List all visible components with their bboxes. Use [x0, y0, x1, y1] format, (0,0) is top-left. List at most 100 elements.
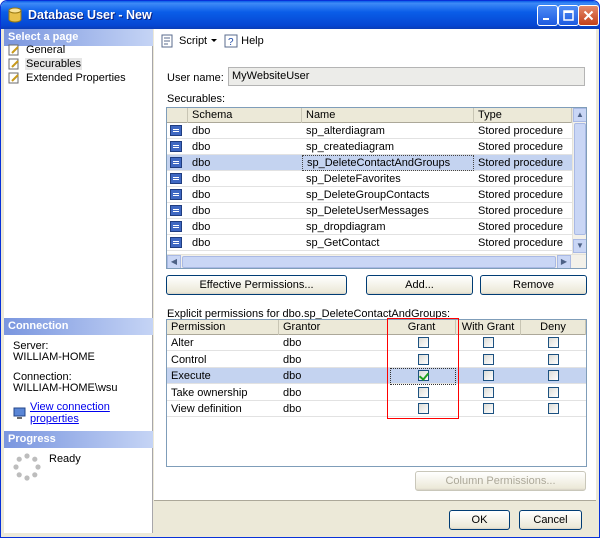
securable-row[interactable]: dbo sp_alterdiagram Stored procedure [167, 123, 572, 139]
bottom-separator [154, 500, 596, 501]
progress-status-text: Ready [49, 453, 81, 465]
deny-checkbox[interactable] [548, 337, 559, 348]
securable-name-cell: sp_DeleteFavorites [306, 173, 401, 185]
column-permissions-button[interactable]: Column Permissions... [415, 471, 586, 491]
securable-row[interactable]: dbo sp_GetContact Stored procedure [167, 235, 572, 251]
grantor-cell: dbo [283, 386, 302, 399]
securables-vertical-scrollbar[interactable]: ▲ ▼ [572, 108, 586, 254]
help-button[interactable]: ? Help [224, 34, 264, 48]
securable-row[interactable]: dbo sp_dropdiagram Stored procedure [167, 219, 572, 235]
page-item-extended-properties[interactable]: Extended Properties [8, 71, 127, 85]
script-button[interactable]: Script [160, 34, 218, 48]
progress-header: Progress [4, 431, 153, 448]
deny-checkbox[interactable] [548, 403, 559, 414]
securable-schema-cell: dbo [192, 205, 211, 217]
close-icon [583, 10, 594, 21]
maximize-button[interactable] [558, 5, 579, 26]
securable-row[interactable]: dbo sp_DeleteGroupContacts Stored procedur… [167, 187, 572, 203]
securable-row[interactable]: dbo sp_DeleteContactAndGroups Stored proce… [167, 155, 572, 171]
right-pane: Script ? Help User name: MyWebsiteUser S… [154, 29, 596, 500]
permission-row[interactable]: View definition dbo [167, 401, 586, 417]
permission-row[interactable]: Take ownership dbo [167, 385, 586, 401]
vertical-scroll-thumb[interactable] [574, 123, 586, 235]
view-connection-properties-label: View connection properties [29, 401, 110, 425]
left-pane: Select a page General Securables Extende… [4, 29, 153, 533]
scroll-up-arrow-icon[interactable]: ▲ [573, 108, 586, 122]
permission-row[interactable]: Alter dbo [167, 335, 586, 351]
securable-schema-cell: dbo [192, 189, 211, 201]
page-item-securables[interactable]: Securables [8, 57, 83, 71]
grantor-cell: dbo [283, 353, 302, 366]
securable-name-cell: sp_DeleteUserMessages [306, 205, 429, 217]
permission-column-header[interactable]: Permission [167, 320, 279, 335]
securable-type-cell: Stored procedure [478, 221, 563, 233]
stored-procedure-icon [170, 157, 182, 168]
minimize-icon [543, 18, 549, 20]
page-item-general[interactable]: General [8, 43, 66, 57]
name-column-header[interactable]: Name [302, 108, 474, 123]
effective-permissions-button[interactable]: Effective Permissions... [166, 275, 347, 295]
database-user-dialog: Database User - New Select a page Genera… [0, 0, 600, 538]
scroll-right-arrow-icon[interactable]: ▶ [557, 255, 571, 268]
user-name-field[interactable]: MyWebsiteUser [228, 67, 585, 86]
scroll-left-arrow-icon[interactable]: ◀ [167, 255, 181, 268]
page-label: General [26, 44, 66, 56]
securable-type-cell: Stored procedure [478, 237, 563, 249]
title-bar[interactable]: Database User - New [1, 1, 599, 29]
grantor-cell: dbo [283, 403, 302, 415]
securable-name-cell: sp_creatediagram [306, 141, 395, 153]
securables-horizontal-scrollbar[interactable]: ◀ ▶ [167, 254, 586, 268]
close-button[interactable] [578, 5, 599, 26]
chevron-down-icon[interactable] [210, 38, 218, 44]
user-name-label: User name: [167, 72, 224, 84]
minimize-button[interactable] [537, 5, 558, 26]
remove-button[interactable]: Remove [480, 275, 587, 295]
view-connection-properties-link[interactable]: View connection properties [13, 401, 152, 425]
securable-name-cell: sp_dropdiagram [306, 221, 386, 233]
ok-button[interactable]: OK [449, 510, 510, 530]
securable-row[interactable]: dbo sp_DeleteUserMessages Stored procedure [167, 203, 572, 219]
securable-schema-cell: dbo [192, 221, 211, 233]
stored-procedure-icon [170, 189, 182, 200]
permission-name-cell: Control [171, 353, 207, 366]
connection-value: WILLIAM-HOME\wsu [13, 382, 118, 394]
securable-row[interactable]: dbo sp_DeleteFavorites Stored procedure [167, 171, 572, 187]
deny-checkbox[interactable] [548, 353, 559, 365]
server-value: WILLIAM-HOME [13, 351, 95, 363]
permissions-grid-header: Permission Grantor Grant With Grant Deny [167, 320, 586, 335]
securable-row[interactable]: dbo sp_creatediagram Stored procedure [167, 139, 572, 155]
script-icon [161, 34, 173, 48]
with-grant-checkbox[interactable] [483, 403, 494, 414]
window-title: Database User - New [28, 8, 152, 22]
permissions-grid[interactable]: Permission Grantor Grant With Grant Deny… [166, 319, 587, 467]
permission-row[interactable]: Control dbo [167, 352, 586, 368]
deny-checkbox[interactable] [548, 386, 559, 398]
with-grant-checkbox[interactable] [483, 353, 494, 365]
securable-type-cell: Stored procedure [478, 189, 563, 201]
type-column-header[interactable]: Type [474, 108, 572, 123]
with-grant-checkbox[interactable] [483, 370, 494, 381]
securable-name-cell: sp_alterdiagram [306, 125, 385, 137]
add-button[interactable]: Add... [366, 275, 473, 295]
securables-label: Securables: [167, 93, 226, 105]
with-grant-checkbox[interactable] [483, 386, 494, 398]
horizontal-scroll-thumb[interactable] [182, 256, 556, 268]
scroll-down-arrow-icon[interactable]: ▼ [573, 239, 586, 253]
schema-column-header[interactable]: Schema [188, 108, 302, 123]
script-label: Script [179, 35, 208, 47]
help-icon: ? [224, 34, 238, 48]
with-grant-column-header[interactable]: With Grant [456, 320, 521, 335]
page-icon [8, 58, 19, 70]
database-icon [8, 7, 22, 23]
with-grant-checkbox[interactable] [483, 337, 494, 348]
permission-row[interactable]: Execute dbo [167, 368, 586, 384]
cancel-button[interactable]: Cancel [519, 510, 582, 530]
securable-schema-cell: dbo [192, 125, 211, 137]
securables-grid[interactable]: Schema Name Type dbo sp_alterdiagram Store… [166, 107, 587, 269]
grantor-column-header[interactable]: Grantor [279, 320, 388, 335]
deny-checkbox[interactable] [548, 370, 559, 381]
stored-procedure-icon [170, 221, 182, 232]
deny-column-header[interactable]: Deny [521, 320, 586, 335]
grantor-cell: dbo [283, 337, 302, 349]
svg-text:?: ? [228, 37, 234, 48]
